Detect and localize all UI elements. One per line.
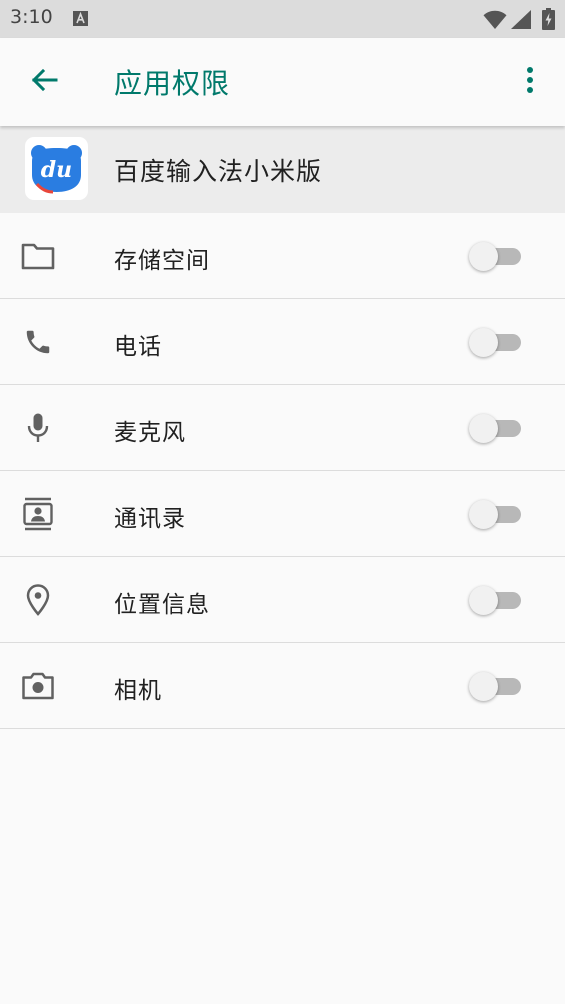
permission-toggle-location[interactable]: [469, 584, 525, 616]
switch-thumb: [469, 328, 498, 357]
battery-charging-icon: [542, 8, 555, 34]
microphone-icon: [20, 410, 56, 446]
app-toolbar: 应用权限: [0, 38, 565, 126]
app-icon-text: du: [41, 157, 72, 183]
location-pin-icon: [20, 582, 56, 618]
permission-row-camera[interactable]: 相机: [0, 643, 565, 729]
phone-icon: [20, 324, 56, 360]
baidu-input-du-icon: du: [25, 137, 88, 200]
permission-row-contacts[interactable]: 通讯录: [0, 471, 565, 557]
arrow-back-icon: [29, 65, 59, 99]
app-header: du 百度输入法小米版: [0, 126, 565, 213]
permission-label: 存储空间: [114, 248, 210, 274]
switch-thumb: [469, 242, 498, 271]
permission-label: 电话: [114, 334, 162, 360]
permission-label: 通讯录: [114, 506, 186, 532]
switch-thumb: [469, 586, 498, 615]
permission-row-location[interactable]: 位置信息: [0, 557, 565, 643]
page-title: 应用权限: [114, 67, 231, 100]
switch-thumb: [469, 500, 498, 529]
status-time: 3:10: [10, 6, 53, 28]
permission-toggle-phone[interactable]: [469, 326, 525, 358]
folder-icon: [20, 238, 56, 274]
permission-list: 存储空间 电话 麦克风 通讯录 位置信息 相机: [0, 213, 565, 729]
permission-row-storage[interactable]: 存储空间: [0, 213, 565, 299]
permission-row-phone[interactable]: 电话: [0, 299, 565, 385]
switch-thumb: [469, 672, 498, 701]
permission-label: 相机: [114, 678, 162, 704]
wifi-icon: [483, 10, 507, 34]
signal-icon: [510, 9, 532, 34]
permission-toggle-microphone[interactable]: [469, 412, 525, 444]
a-letter-icon: [73, 11, 88, 26]
permission-toggle-contacts[interactable]: [469, 498, 525, 530]
permission-label: 麦克风: [114, 420, 186, 446]
permission-row-microphone[interactable]: 麦克风: [0, 385, 565, 471]
back-button[interactable]: [22, 60, 66, 104]
status-bar: 3:10: [0, 0, 565, 38]
permission-label: 位置信息: [114, 592, 210, 618]
permission-toggle-storage[interactable]: [469, 240, 525, 272]
camera-icon: [20, 668, 56, 704]
contacts-icon: [20, 496, 56, 532]
more-vert-icon: [526, 66, 534, 98]
switch-thumb: [469, 414, 498, 443]
permission-toggle-camera[interactable]: [469, 670, 525, 702]
app-name: 百度输入法小米版: [114, 157, 323, 186]
more-options-button[interactable]: [512, 62, 548, 102]
